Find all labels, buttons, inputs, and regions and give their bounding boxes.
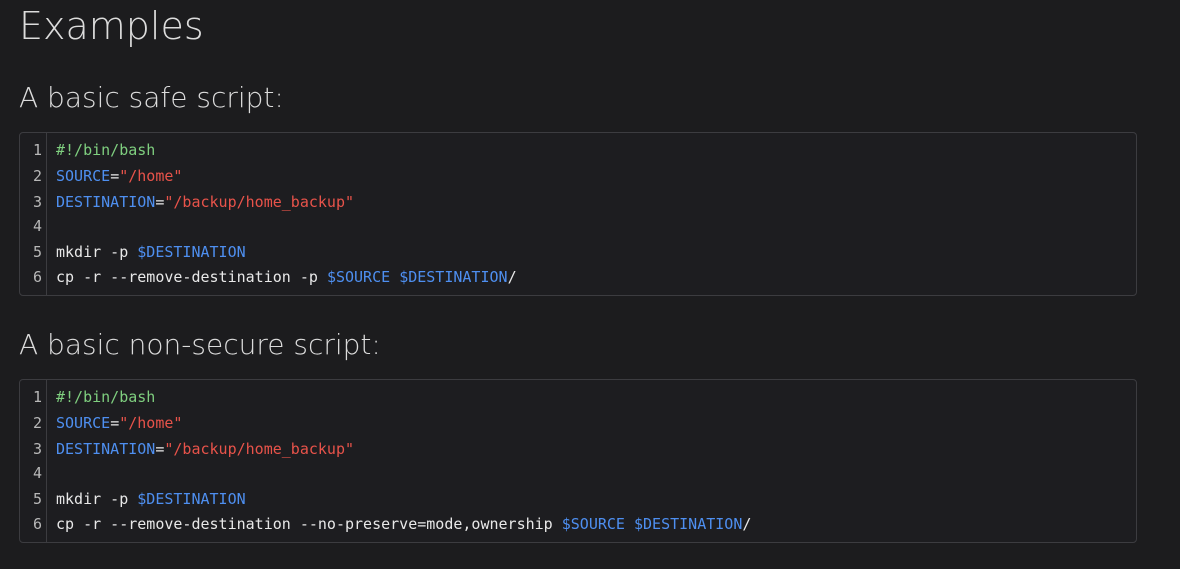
code-token-var: $DESTINATION bbox=[399, 268, 508, 286]
section-heading-non-secure-script: A basic non-secure script: bbox=[19, 328, 381, 361]
code-block-safe-script[interactable]: 1 #!/bin/bash 2 SOURCE="/home" 3 DESTINATION=… bbox=[19, 132, 1137, 296]
code-text: #!/bin/bash bbox=[56, 138, 155, 163]
code-token-plain: mkdir -p bbox=[56, 490, 138, 508]
line-number: 3 bbox=[32, 440, 42, 458]
code-token-str: "/backup/home_backup" bbox=[164, 193, 355, 211]
code-token-var: $SOURCE bbox=[326, 268, 391, 286]
code-token-var: DESTINATION bbox=[56, 440, 156, 458]
code-token-var: $SOURCE bbox=[561, 515, 625, 533]
code-token-var: $DESTINATION bbox=[633, 515, 743, 533]
code-token-plain: cp -r --remove-destination --no-preserve… bbox=[56, 515, 562, 533]
code-text: cp -r --remove-destination -p $SOURCE $D… bbox=[56, 265, 517, 290]
code-line: 2 SOURCE="/home" bbox=[20, 164, 1136, 189]
code-text: cp -r --remove-destination --no-preserve… bbox=[56, 512, 751, 537]
code-text: #!/bin/bash bbox=[56, 385, 155, 410]
line-number: 1 bbox=[32, 141, 42, 159]
code-token-comment: #!/bin/bash bbox=[56, 141, 156, 159]
code-token-var: DESTINATION bbox=[56, 193, 156, 211]
line-number: 2 bbox=[32, 167, 42, 185]
line-number: 2 bbox=[32, 414, 42, 432]
code-line: 4 bbox=[20, 214, 1136, 239]
code-line: 6 cp -r --remove-destination --no-preserv… bbox=[20, 512, 1136, 537]
code-token-var: $DESTINATION bbox=[137, 490, 246, 508]
code-text: DESTINATION="/backup/home_backup" bbox=[56, 190, 354, 215]
code-token-str: "/backup/home_backup" bbox=[164, 440, 355, 458]
code-line: 2 SOURCE="/home" bbox=[20, 411, 1136, 436]
code-line: 1 #!/bin/bash bbox=[20, 385, 1136, 410]
line-number: 4 bbox=[32, 464, 42, 482]
code-text: SOURCE="/home" bbox=[56, 164, 182, 189]
code-line: 5 mkdir -p $DESTINATION bbox=[20, 240, 1136, 265]
line-number: 1 bbox=[32, 388, 42, 406]
line-number: 5 bbox=[32, 243, 42, 261]
line-number: 6 bbox=[32, 268, 42, 286]
code-token-var: $DESTINATION bbox=[137, 243, 246, 261]
code-line: 4 bbox=[20, 461, 1136, 486]
code-token-var: SOURCE bbox=[56, 414, 111, 432]
code-token-var: SOURCE bbox=[56, 167, 111, 185]
code-token-plain: mkdir -p bbox=[56, 243, 138, 261]
code-line: 3 DESTINATION="/backup/home_backup" bbox=[20, 190, 1136, 215]
code-token-str: "/home" bbox=[119, 414, 183, 432]
line-number: 5 bbox=[32, 490, 42, 508]
page-title: Examples bbox=[19, 4, 204, 48]
line-number: 3 bbox=[32, 193, 42, 211]
code-text: SOURCE="/home" bbox=[56, 411, 182, 436]
code-line: 5 mkdir -p $DESTINATION bbox=[20, 487, 1136, 512]
code-token-plain: / bbox=[507, 268, 517, 286]
line-number: 6 bbox=[32, 515, 42, 533]
code-token-plain: / bbox=[742, 515, 752, 533]
code-token-comment: #!/bin/bash bbox=[56, 388, 156, 406]
code-block-non-secure-script[interactable]: 1 #!/bin/bash 2 SOURCE="/home" 3 DESTINATION=… bbox=[19, 379, 1137, 543]
code-text: DESTINATION="/backup/home_backup" bbox=[56, 437, 354, 462]
code-token-str: "/home" bbox=[119, 167, 183, 185]
line-number: 4 bbox=[32, 217, 42, 235]
code-text: mkdir -p $DESTINATION bbox=[56, 487, 246, 512]
code-token-plain: cp -r --remove-destination -p bbox=[56, 268, 327, 286]
section-heading-safe-script: A basic safe script: bbox=[19, 81, 284, 114]
code-line: 6 cp -r --remove-destination -p $SOURCE $… bbox=[20, 265, 1136, 290]
code-line: 3 DESTINATION="/backup/home_backup" bbox=[20, 437, 1136, 462]
code-token-plain: = bbox=[110, 414, 120, 432]
code-line: 1 #!/bin/bash bbox=[20, 138, 1136, 163]
code-text: mkdir -p $DESTINATION bbox=[56, 240, 246, 265]
code-token-plain: = bbox=[110, 167, 120, 185]
